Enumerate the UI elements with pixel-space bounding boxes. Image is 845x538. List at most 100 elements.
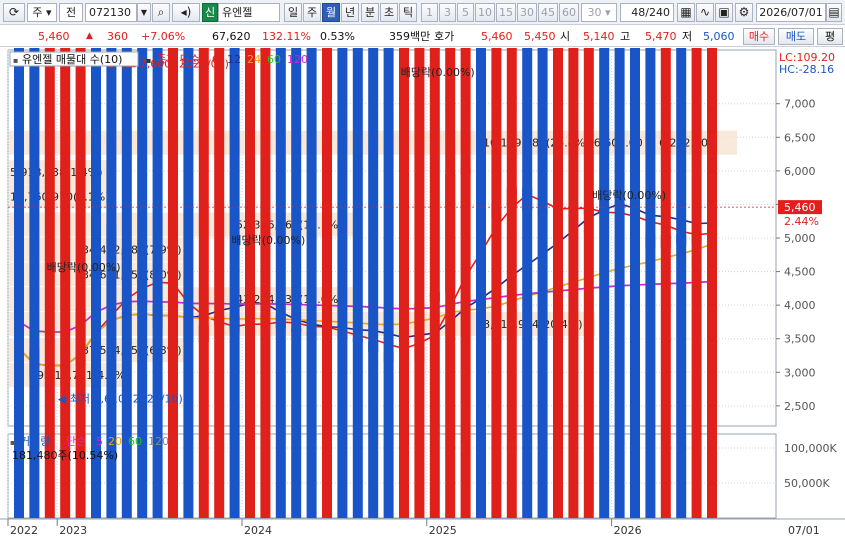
minute-option-60[interactable]: 60 — [559, 3, 579, 22]
market-select[interactable]: 주 ▾ — [27, 3, 57, 22]
sell-button[interactable]: 매도 — [778, 28, 814, 45]
grid-toggle-icon[interactable]: ▦ — [677, 3, 695, 22]
y-tick-label: 6,000 — [784, 165, 816, 178]
volume-bar — [337, 0, 348, 518]
high-label: 고 — [620, 30, 631, 43]
stock-chart[interactable]: 110,169,488(25.4%)(6,600.00 ~ 6,212.00) 5… — [0, 0, 845, 538]
minute-select[interactable]: 30 ▾ — [581, 3, 617, 22]
x-tick-label: 2022 — [10, 524, 38, 537]
price-change-pct: +7.06% — [141, 30, 186, 43]
volume-ma-label: 단순 — [66, 435, 86, 448]
time-axis: 2022 2023 2024 2025 2026 07/01 — [7, 519, 820, 537]
bar-count-field[interactable]: 48/240 — [620, 3, 674, 22]
period-tick[interactable]: 틱 — [399, 3, 417, 22]
period-day[interactable]: 일 — [284, 3, 302, 22]
volume-bar — [198, 0, 209, 518]
x-tick-label: 2025 — [429, 524, 457, 537]
volume-value: 67,620 — [212, 30, 251, 43]
price-axis: 7,0006,5006,0005,5005,0004,5004,0003,500… — [776, 98, 837, 490]
volume-bar — [275, 0, 286, 518]
y-tick-label: 2,500 — [784, 400, 816, 413]
volume-legend-grip-icon: ▪ — [10, 438, 15, 447]
dividend-label-2: 배당락(0.00%) — [47, 261, 121, 274]
volume-bar — [368, 0, 379, 518]
stock-name-field: 유엔젤 — [218, 3, 280, 22]
y-tick-label: 6,500 — [784, 131, 816, 144]
volume-bar — [460, 0, 471, 518]
y-tick-label: 3,000 — [784, 366, 816, 379]
bid-label: 호가 — [434, 30, 455, 43]
low-price: 5,060 — [703, 30, 735, 43]
open-label: 시 — [560, 30, 571, 43]
quote-bar: 5,460 ▲ 360 +7.06% 67,620 132.11% 0.53% … — [0, 26, 845, 47]
minute-option-10[interactable]: 10 — [475, 3, 495, 22]
volume-bar — [660, 0, 671, 518]
y-tick-label: 3,500 — [784, 333, 816, 346]
period-month[interactable]: 월 — [322, 3, 340, 22]
save-icon[interactable]: ▣ — [715, 3, 733, 22]
volume-bar — [645, 0, 656, 518]
volume-bar — [352, 0, 363, 518]
dividend-label-1: 배당락(0.00%) — [231, 234, 305, 247]
legend-grip-icon: ▪ — [13, 56, 18, 65]
search-icon[interactable]: ⌕ — [152, 3, 170, 22]
volume-bar — [568, 0, 579, 518]
minute-option-3[interactable]: 3 — [439, 3, 456, 22]
ask-price: 5,460 — [481, 30, 513, 43]
volume-bar — [260, 0, 271, 518]
chart-line-icon[interactable]: ∿ — [696, 3, 714, 22]
speaker-icon[interactable]: ◂) — [172, 3, 200, 22]
volume-bar — [691, 0, 702, 518]
minute-option-15[interactable]: 15 — [496, 3, 516, 22]
volume-bar — [707, 0, 717, 518]
low-label: 저 — [682, 30, 693, 43]
volume-bar — [537, 0, 548, 518]
x-tick-label: 2026 — [614, 524, 642, 537]
volume-legend-title: 거래량 — [20, 435, 50, 448]
scope-select[interactable]: 전 — [59, 3, 83, 22]
minute-option-1[interactable]: 1 — [421, 3, 438, 22]
calendar-icon[interactable]: ▤ — [826, 3, 842, 22]
legend-title: 유엔젤 매물대 수(10) — [22, 53, 122, 66]
period-week[interactable]: 주 — [303, 3, 321, 22]
bid-price: 5,450 — [524, 30, 556, 43]
volume-y-tick-label: 50,000K — [784, 477, 830, 490]
dividend-label-0: 배당락(0.00%) — [401, 66, 475, 79]
y-tick-label: 5,000 — [784, 232, 816, 245]
date-field[interactable]: 2026/07/01 — [756, 3, 826, 22]
ma-period-24: 24 — [247, 53, 261, 66]
ma-legend-icon: ▪ — [146, 56, 151, 65]
minute-option-30[interactable]: 30 — [517, 3, 537, 22]
code-dropdown-icon[interactable]: ▼ — [137, 3, 151, 22]
evaluate-button[interactable]: 평 — [817, 28, 843, 45]
ma-period-60: 60 — [267, 53, 281, 66]
stock-code-input[interactable]: 072130 — [85, 3, 137, 22]
x-tick-label: 2024 — [244, 524, 272, 537]
high-price: 5,470 — [645, 30, 677, 43]
market-refresh-icon[interactable]: ⟳ — [3, 3, 25, 22]
volume-bar — [599, 0, 610, 518]
volume-bar — [383, 0, 394, 518]
minute-option-45[interactable]: 45 — [538, 3, 558, 22]
volume-current-text: 181,480주(10.54%) — [12, 449, 118, 462]
stock-badge: 신 — [202, 3, 218, 22]
period-second[interactable]: 초 — [380, 3, 398, 22]
up-arrow-icon: ▲ — [86, 31, 93, 41]
volume-bar — [399, 0, 409, 518]
period-minute[interactable]: 분 — [361, 3, 379, 22]
turnover-ratio: 0.53% — [320, 30, 355, 43]
current-pct-tag: 2.44% — [784, 215, 819, 228]
price-change: 360 — [107, 30, 128, 43]
volume-bar — [553, 0, 563, 518]
period-year[interactable]: 년 — [341, 3, 359, 22]
volume-bar — [183, 0, 194, 518]
minute-option-5[interactable]: 5 — [457, 3, 474, 22]
volume-bar — [306, 0, 317, 518]
gear-icon[interactable]: ⚙ — [735, 3, 753, 22]
ma-period-12: 12 — [227, 53, 241, 66]
current-price-tag-text: 5,460 — [784, 201, 816, 214]
trade-amount: 359백만 — [389, 30, 431, 43]
volume-ratio: 132.11% — [262, 30, 311, 43]
y-tick-label: 4,500 — [784, 266, 816, 279]
buy-button[interactable]: 매수 — [743, 28, 775, 45]
